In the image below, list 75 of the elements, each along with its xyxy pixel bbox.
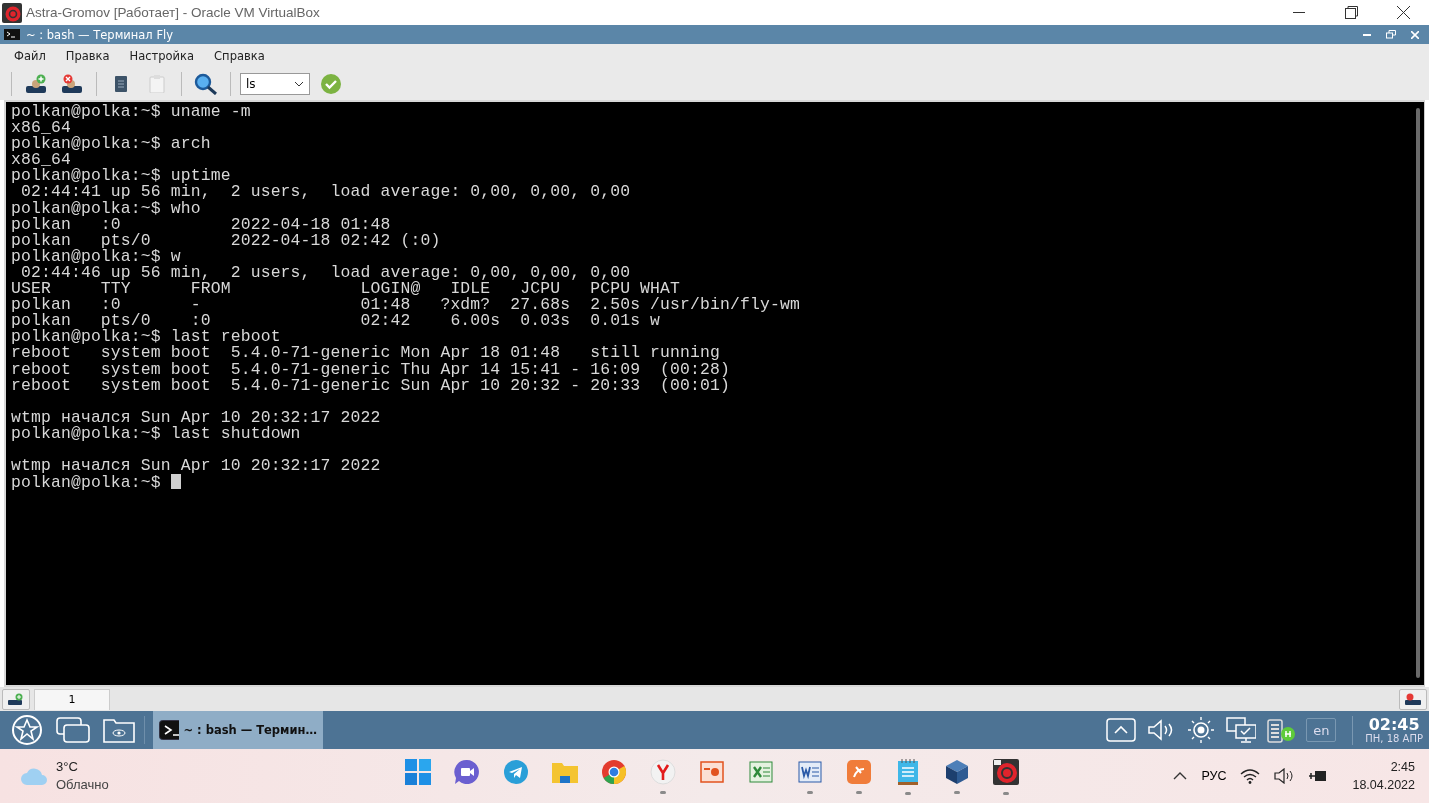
window-title: ~ : bash — Терминал Fly	[26, 27, 173, 42]
chevron-up-icon[interactable]	[1173, 772, 1188, 780]
terminal-line: polkan@polka:~$ uname -m	[11, 104, 252, 121]
video-chat-icon[interactable]	[454, 758, 480, 785]
battery-plug-icon[interactable]	[1308, 768, 1329, 784]
terminal-tab[interactable]: 1	[34, 688, 110, 710]
speaker-icon[interactable]	[1274, 768, 1295, 784]
spreadsheet-icon[interactable]	[748, 758, 774, 785]
monitors-icon[interactable]	[1226, 716, 1257, 744]
menu-item[interactable]: Настройка	[119, 46, 205, 66]
window-title: Astra-Gromov [Работает] - Oracle VM VirtualBox	[26, 5, 320, 20]
taskbar-window-button[interactable]: ~ : bash — Термин…	[153, 711, 323, 749]
y-letter-icon[interactable]	[650, 758, 676, 785]
terminal-line: polkan :0 - 01:48 ?xdm? 27.68s 2.50s /usr/bin/fly-wm	[11, 297, 801, 314]
swirl-app-icon	[2, 2, 22, 23]
language-indicator[interactable]: РУС	[1201, 769, 1227, 783]
menu-item[interactable]: Справка	[204, 46, 275, 66]
clock-date: ПН, 18 АПР	[1365, 732, 1423, 745]
menu-item[interactable]: Файл	[4, 46, 56, 66]
terminal-line: x86_64	[11, 152, 71, 169]
terminal-icon	[159, 720, 180, 740]
terminal-line: polkan@polka:~$ w	[11, 248, 181, 265]
terminal-line: USER TTY FROM LOGIN@ IDLE JCPU PCPU WHAT	[11, 281, 681, 298]
terminal-line: reboot system boot 5.4.0-71-generic Mon Apr 18 01:48 still running	[11, 345, 720, 362]
paper-plane-icon[interactable]	[503, 758, 529, 785]
close-icon	[1411, 30, 1419, 39]
brightness-icon[interactable]	[1186, 716, 1217, 744]
terminal-line: wtmp начался Sun Apr 10 20:32:17 2022	[11, 409, 382, 426]
add-user-icon	[8, 693, 24, 705]
restore-icon	[1344, 6, 1358, 19]
weather-description: Облачно	[56, 776, 109, 794]
terminal-line: polkan pts/0 :0 02:42 6.00s 0.03s 0.01s w	[11, 313, 661, 330]
terminal-line: polkan pts/0 2022-04-18 02:42 (:0)	[11, 232, 442, 249]
terminal-line: polkan@polka:~$ who	[11, 200, 201, 217]
terminal-line: polkan@polka:~$ last shutdown	[11, 425, 302, 442]
terminal-line: x86_64	[11, 120, 71, 137]
notepad-icon[interactable]	[896, 757, 920, 786]
clock-time: 02:45	[1368, 715, 1420, 733]
terminal-line: polkan :0 2022-04-18 01:48	[11, 216, 392, 233]
terminal-line: wtmp начался Sun Apr 10 20:32:17 2022	[11, 458, 382, 475]
chevron-up-icon[interactable]	[1106, 716, 1137, 744]
keyboard-layout-button[interactable]: en	[1306, 718, 1337, 742]
browser-ring-icon[interactable]	[601, 758, 627, 785]
restore-icon	[1386, 30, 1396, 39]
new-tab-button[interactable]	[2, 688, 30, 710]
clock-date: 18.04.2022	[1352, 777, 1415, 794]
clock-time: 2:45	[1390, 759, 1415, 776]
caret-icon	[294, 81, 304, 87]
command-dropdown[interactable]: ls	[240, 73, 310, 95]
remove-user-icon	[1405, 693, 1421, 705]
terminal-line: reboot system boot 5.4.0-71-generic Thu Apr 14 15:41 - 16:09 (00:28)	[11, 361, 731, 378]
battery-charging-icon[interactable]	[1266, 716, 1297, 744]
terminal-line: polkan@polka:~$ last reboot	[11, 329, 281, 346]
swirl-app-icon[interactable]	[992, 757, 1020, 786]
terminal-icon	[4, 29, 20, 40]
terminal-line: 02:44:46 up 56 min, 2 users, load average: 0,00, 0,00, 0,00	[21, 264, 632, 282]
weather-temperature: 3°C	[56, 758, 79, 776]
minimize-icon	[1363, 33, 1371, 36]
terminal-output[interactable]	[4, 100, 1425, 687]
terminal-prompt: polkan@polka:~$	[11, 474, 1424, 491]
wifi-icon[interactable]	[1240, 768, 1261, 784]
text-cursor	[170, 474, 181, 490]
minimize-icon	[1293, 11, 1305, 14]
cube-icon[interactable]	[944, 758, 970, 785]
terminal-line: reboot system boot 5.4.0-71-generic Sun Apr 10 20:32 - 20:33 (00:01)	[11, 377, 731, 394]
document-icon[interactable]	[797, 758, 823, 785]
close-tab-button[interactable]	[1399, 688, 1427, 710]
scrollbar[interactable]	[1416, 108, 1420, 678]
terminal-line: polkan@polka:~$ arch	[11, 136, 212, 153]
windows-logo-icon[interactable]	[405, 758, 431, 785]
terminal-line: 02:44:41 up 56 min, 2 users, load average: 0,00, 0,00, 0,00	[21, 184, 632, 201]
close-icon	[1396, 6, 1410, 19]
menu-item[interactable]: Правка	[55, 46, 120, 66]
presentation-icon[interactable]	[699, 758, 725, 785]
terminal-line: polkan@polka:~$ uptime	[11, 168, 232, 185]
